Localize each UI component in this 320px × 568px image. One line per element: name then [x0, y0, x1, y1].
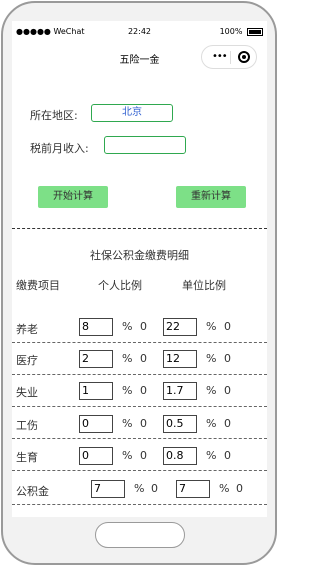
row-divider [12, 342, 267, 343]
percent-sign: % [206, 352, 217, 365]
row-label-maternity: 生育 [16, 451, 38, 464]
unemployment-personal-rate-input[interactable]: 1 [79, 382, 113, 400]
pension-personal-rate-input[interactable]: 8 [79, 318, 113, 336]
pension-company-rate-input[interactable]: 22 [163, 318, 197, 336]
income-label: 税前月收入: [30, 142, 89, 155]
maternity-company-rate-input[interactable]: 0.8 [163, 447, 197, 465]
details-title: 社保公积金缴费明细 [90, 249, 189, 262]
region-label: 所在地区: [30, 109, 78, 122]
row-label-housing-fund: 公积金 [16, 485, 49, 498]
pension-personal-amount: 0 [140, 320, 147, 333]
medical-personal-rate-input[interactable]: 2 [79, 350, 113, 368]
maternity-personal-rate-input[interactable]: 0 [79, 447, 113, 465]
percent-sign: % [122, 384, 133, 397]
housing-fund-personal-amount: 0 [151, 482, 158, 495]
battery-percent: 100% [219, 27, 243, 36]
phone-frame: ●●●●● WeChat 22:42 100% 五险一金 ••• 所在地区: 北… [1, 1, 277, 565]
header-company-rate: 单位比例 [182, 279, 226, 292]
medical-company-amount: 0 [224, 352, 231, 365]
percent-sign: % [122, 320, 133, 333]
percent-sign: % [134, 482, 145, 495]
row-divider [12, 504, 267, 505]
row-divider [12, 470, 267, 471]
close-target-icon[interactable] [238, 51, 250, 63]
more-menu-icon[interactable]: ••• [212, 51, 228, 62]
percent-sign: % [122, 417, 133, 430]
row-label-medical: 医疗 [16, 354, 38, 367]
start-calculate-button[interactable]: 开始计算 [38, 186, 108, 208]
section-divider [12, 228, 267, 229]
percent-sign: % [206, 320, 217, 333]
row-label-injury: 工伤 [16, 419, 38, 432]
region-picker[interactable]: 北京 [91, 104, 173, 122]
injury-company-rate-input[interactable]: 0.5 [163, 415, 197, 433]
row-divider [12, 406, 267, 407]
percent-sign: % [122, 352, 133, 365]
unemployment-company-rate-input[interactable]: 1.7 [163, 382, 197, 400]
app-screen: ●●●●● WeChat 22:42 100% 五险一金 ••• 所在地区: 北… [12, 21, 267, 517]
header-item: 缴费项目 [16, 279, 60, 292]
row-label-pension: 养老 [16, 323, 38, 336]
header-personal-rate: 个人比例 [98, 279, 142, 292]
percent-sign: % [206, 384, 217, 397]
home-button[interactable] [95, 522, 185, 548]
percent-sign: % [219, 482, 230, 495]
capsule-divider [230, 51, 231, 64]
pension-company-amount: 0 [224, 320, 231, 333]
row-label-unemployment: 失业 [16, 386, 38, 399]
recalculate-button[interactable]: 重新计算 [176, 186, 246, 208]
status-bar: ●●●●● WeChat 22:42 100% [12, 21, 267, 41]
medical-personal-amount: 0 [140, 352, 147, 365]
maternity-personal-amount: 0 [140, 449, 147, 462]
percent-sign: % [122, 449, 133, 462]
unemployment-personal-amount: 0 [140, 384, 147, 397]
percent-sign: % [206, 449, 217, 462]
housing-fund-company-rate-input[interactable]: 7 [176, 480, 210, 498]
medical-company-rate-input[interactable]: 12 [163, 350, 197, 368]
battery-icon [247, 27, 263, 36]
unemployment-company-amount: 0 [224, 384, 231, 397]
injury-personal-rate-input[interactable]: 0 [79, 415, 113, 433]
row-divider [12, 438, 267, 439]
income-input[interactable] [104, 136, 186, 154]
mini-program-capsule: ••• [201, 45, 257, 69]
percent-sign: % [206, 417, 217, 430]
injury-personal-amount: 0 [140, 417, 147, 430]
housing-fund-personal-rate-input[interactable]: 7 [91, 480, 125, 498]
battery-status: 100% [220, 27, 263, 36]
housing-fund-company-amount: 0 [236, 482, 243, 495]
row-divider [12, 374, 267, 375]
nav-bar: 五险一金 ••• [12, 41, 267, 73]
injury-company-amount: 0 [224, 417, 231, 430]
maternity-company-amount: 0 [224, 449, 231, 462]
